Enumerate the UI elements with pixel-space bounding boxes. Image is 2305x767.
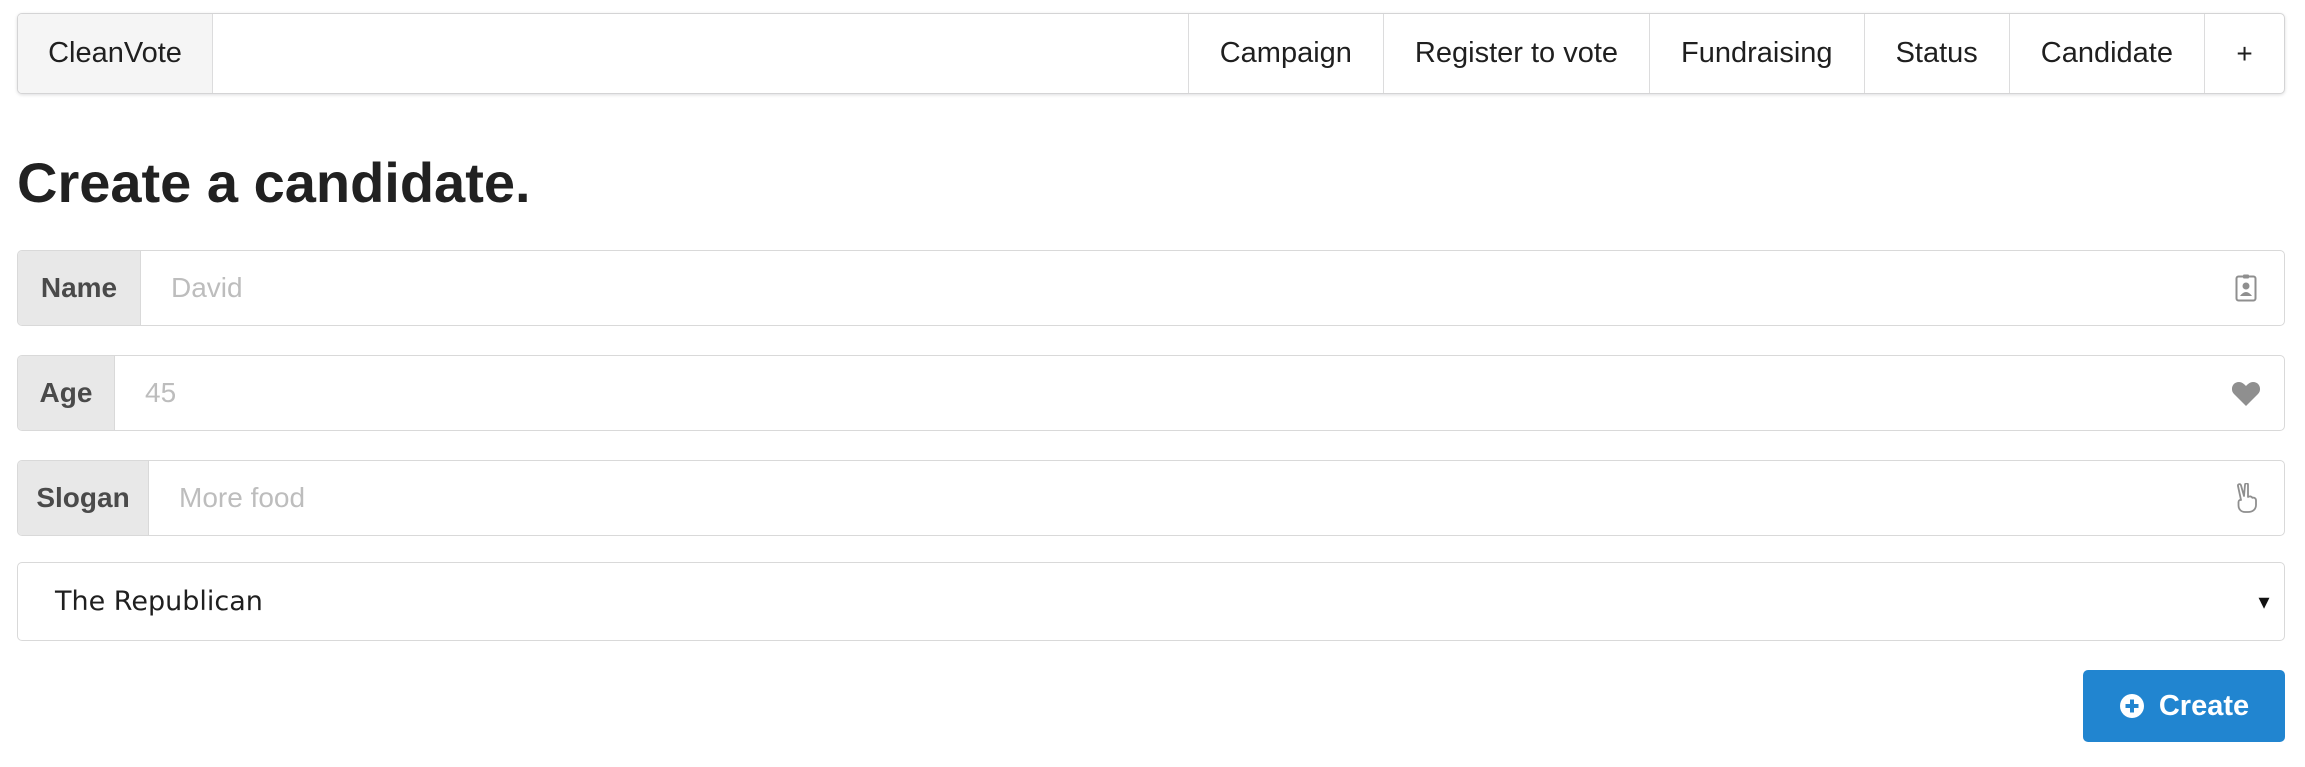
party-select[interactable]: The Republican ▾ <box>17 562 2285 641</box>
page-title: Create a candidate. <box>17 151 531 214</box>
slogan-label: Slogan <box>18 461 149 535</box>
party-select-value: The Republican <box>55 586 263 617</box>
age-label: Age <box>18 356 115 430</box>
create-button[interactable]: Create <box>2083 670 2285 742</box>
menu-item-add[interactable]: + <box>2204 14 2284 93</box>
slogan-input[interactable] <box>149 461 2208 535</box>
chevron-down-icon: ▾ <box>2258 588 2270 614</box>
heart-icon <box>2208 356 2284 430</box>
id-badge-icon <box>2208 251 2284 325</box>
top-menu: CleanVote Campaign Register to vote Fund… <box>17 13 2285 94</box>
name-field: Name <box>17 250 2285 326</box>
hand-peace-icon <box>2208 461 2284 535</box>
plus-circle-icon <box>2119 693 2145 719</box>
brand-link[interactable]: CleanVote <box>18 14 213 93</box>
menu-spacer <box>213 14 1188 93</box>
menu-right: Campaign Register to vote Fundraising St… <box>1187 14 2284 93</box>
menu-item-fundraising[interactable]: Fundraising <box>1649 14 1864 93</box>
page: CleanVote Campaign Register to vote Fund… <box>0 0 2305 767</box>
menu-item-register-to-vote[interactable]: Register to vote <box>1382 14 1649 93</box>
slogan-field: Slogan <box>17 460 2285 536</box>
name-input[interactable] <box>141 251 2208 325</box>
menu-item-candidate[interactable]: Candidate <box>2008 14 2204 93</box>
menu-item-campaign[interactable]: Campaign <box>1187 14 1383 93</box>
name-label: Name <box>18 251 141 325</box>
age-input[interactable] <box>115 356 2208 430</box>
age-field: Age <box>17 355 2285 431</box>
create-button-label: Create <box>2158 689 2250 722</box>
menu-item-status[interactable]: Status <box>1863 14 2009 93</box>
